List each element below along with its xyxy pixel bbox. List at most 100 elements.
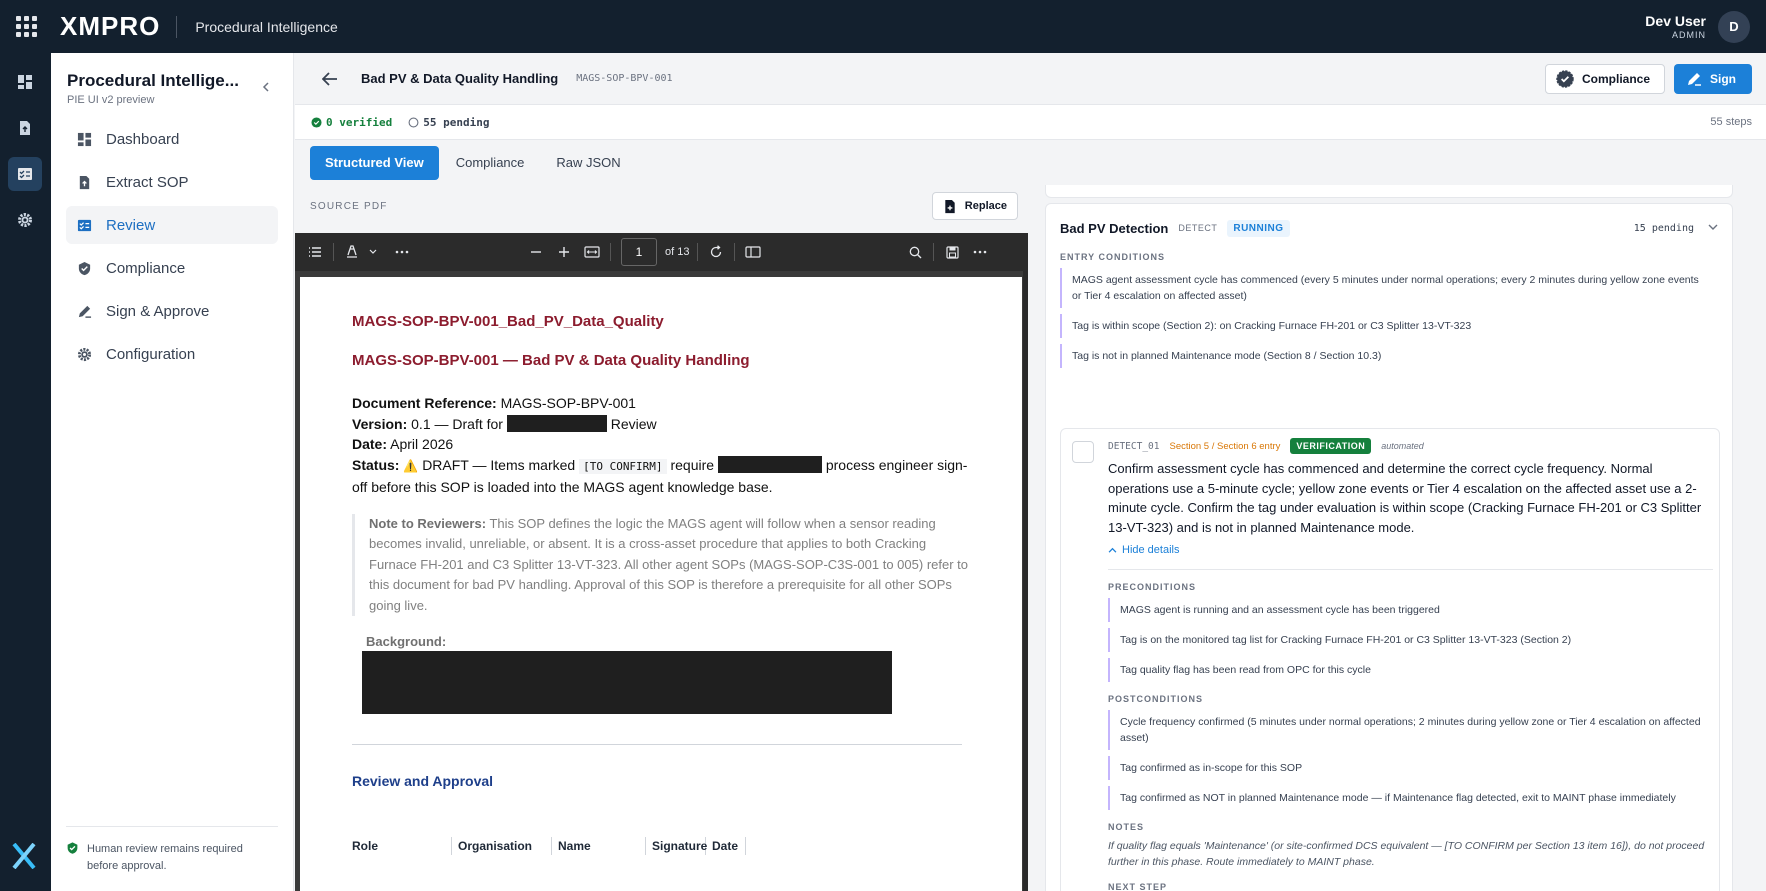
replace-button-label: Replace <box>964 200 1007 212</box>
sidebar-item-dashboard[interactable]: Dashboard <box>66 120 278 158</box>
sidebar-item-review[interactable]: Review <box>66 206 278 244</box>
review-status-bar: 0 verified 55 pending 55 steps <box>295 105 1766 140</box>
tab-raw-json[interactable]: Raw JSON <box>541 146 635 180</box>
xmpro-x-logo-icon <box>12 842 36 877</box>
sidebar-nav: Dashboard Extract SOP Review Compliance … <box>51 120 293 373</box>
step-id: DETECT_01 <box>1108 440 1160 452</box>
more-options-icon[interactable] <box>966 238 994 266</box>
main-content: Bad PV & Data Quality Handling MAGS-SOP-… <box>295 53 1766 891</box>
step-type-badge: VERIFICATION <box>1290 438 1372 454</box>
warning-icon: ⚠️ <box>403 458 419 473</box>
sidebar-item-configuration[interactable]: Configuration <box>66 335 278 373</box>
source-pdf-label: SOURCE PDF <box>310 200 388 212</box>
tab-structured-view[interactable]: Structured View <box>310 145 439 180</box>
rail-dashboard-icon[interactable] <box>8 65 42 99</box>
fit-width-icon[interactable] <box>578 238 606 266</box>
search-icon[interactable] <box>901 238 929 266</box>
phase-card: Bad PV Detection DETECT RUNNING 15 pendi… <box>1045 203 1733 891</box>
user-menu[interactable]: Dev User ADMIN D <box>1645 10 1750 43</box>
arrow-left-icon <box>322 71 337 86</box>
divider <box>697 243 699 261</box>
chevron-down-icon[interactable] <box>1708 222 1718 234</box>
precondition-item: Tag quality flag has been read from OPC … <box>1108 658 1713 682</box>
sidebar-item-compliance[interactable]: Compliance <box>66 249 278 287</box>
chevron-up-icon <box>1108 547 1117 553</box>
zoom-out-icon[interactable] <box>522 238 550 266</box>
compliance-button[interactable]: Compliance <box>1544 63 1665 94</box>
divider <box>352 744 962 745</box>
notes-label: NOTES <box>1108 822 1145 832</box>
top-bar: XMPRO Procedural Intelligence Dev User A… <box>0 0 1766 53</box>
sidebar-item-sign-approve[interactable]: Sign & Approve <box>66 292 278 330</box>
chevron-down-icon[interactable] <box>366 238 380 266</box>
document-title: Bad PV & Data Quality Handling <box>361 71 559 86</box>
page-total: of 13 <box>665 246 690 258</box>
badge-check-icon <box>1556 69 1574 88</box>
save-icon[interactable] <box>938 238 966 266</box>
sign-button[interactable]: Sign <box>1674 63 1752 94</box>
sign-button-label: Sign <box>1710 71 1736 86</box>
divider <box>176 15 178 38</box>
shield-check-icon <box>66 841 79 891</box>
rail-file-upload-icon[interactable] <box>8 111 42 145</box>
table-header-cell: Signature <box>646 837 707 855</box>
rotate-icon[interactable] <box>702 238 730 266</box>
app-launcher-button[interactable] <box>0 0 52 53</box>
rail-gear-icon[interactable] <box>8 203 42 237</box>
grid-icon <box>15 16 37 37</box>
sidebar-item-label: Extract SOP <box>106 173 189 191</box>
step-mode: automated <box>1381 441 1424 451</box>
reviewer-note: Note to Reviewers: This SOP defines the … <box>352 513 972 616</box>
sidebar-footer: Human review remains required before app… <box>66 826 278 891</box>
step-verify-checkbox[interactable] <box>1072 441 1094 463</box>
pdf-scrollbar[interactable] <box>1023 271 1028 891</box>
sidebar: Procedural Intellige... PIE UI v2 previe… <box>51 53 294 891</box>
postcondition-item: Cycle frequency confirmed (5 minutes und… <box>1108 710 1713 750</box>
source-pdf-panel: SOURCE PDF Replace 1 of 13 MAGS-SOP-BPV-… <box>295 185 1030 891</box>
sidebar-item-label: Compliance <box>106 259 186 277</box>
verified-count: 0 verified <box>311 116 392 129</box>
more-options-icon[interactable] <box>388 238 416 266</box>
step-section-ref: Section 5 / Section 6 entry <box>1169 440 1281 452</box>
entry-condition-item: Tag is not in planned Maintenance mode (… <box>1060 344 1718 368</box>
sidebar-title: Procedural Intellige... <box>67 71 239 90</box>
zoom-in-icon[interactable] <box>550 238 578 266</box>
outline-toggle-icon[interactable] <box>301 238 329 266</box>
step-description: Confirm assessment cycle has commenced a… <box>1108 461 1702 535</box>
entry-condition-item: MAGS agent assessment cycle has commence… <box>1060 268 1718 308</box>
hide-details-link[interactable]: Hide details <box>1108 544 1179 556</box>
divider <box>333 243 334 261</box>
step-notes: If quality flag equals 'Maintenance' (or… <box>1108 840 1705 868</box>
pen-icon <box>1688 72 1701 86</box>
next-step-label: NEXT STEP <box>1108 882 1168 891</box>
pending-count: 55 pending <box>408 116 489 129</box>
replace-button[interactable]: Replace <box>931 192 1018 220</box>
rail-review-icon[interactable] <box>8 157 42 191</box>
redaction <box>717 455 822 473</box>
review-icon <box>76 217 92 233</box>
page-number-input[interactable]: 1 <box>621 238 657 266</box>
sidebar-item-extract-sop[interactable]: Extract SOP <box>66 163 278 201</box>
approval-table-header: Role Organisation Name Signature Date <box>352 837 972 855</box>
pen-icon <box>76 303 92 319</box>
avatar[interactable]: D <box>1718 10 1750 43</box>
precondition-item: MAGS agent is running and an assessment … <box>1108 598 1713 622</box>
collapse-sidebar-icon[interactable] <box>261 79 271 95</box>
tab-compliance[interactable]: Compliance <box>441 146 540 180</box>
divider <box>734 243 736 261</box>
highlighter-icon[interactable] <box>338 238 366 266</box>
preconditions-label: PRECONDITIONS <box>1108 582 1197 592</box>
app-name: Procedural Intelligence <box>195 18 338 35</box>
entry-condition-item: Tag is within scope (Section 2): on Crac… <box>1060 314 1718 338</box>
page-view-icon[interactable] <box>739 238 767 266</box>
pdf-viewport[interactable]: MAGS-SOP-BPV-001_Bad_PV_Data_Quality MAG… <box>295 271 1028 891</box>
phase-header[interactable]: Bad PV Detection DETECT RUNNING 15 pendi… <box>1046 204 1732 252</box>
gear-icon <box>76 346 92 362</box>
redaction <box>506 414 607 432</box>
back-button[interactable] <box>315 64 345 94</box>
phase-code: DETECT <box>1178 223 1218 233</box>
document-header: Bad PV & Data Quality Handling MAGS-SOP-… <box>295 53 1766 105</box>
pdf-heading-2: MAGS-SOP-BPV-001 — Bad PV & Data Quality… <box>352 352 750 369</box>
shield-check-icon <box>76 260 92 276</box>
step-details: PRECONDITIONS MAGS agent is running and … <box>1108 569 1713 891</box>
